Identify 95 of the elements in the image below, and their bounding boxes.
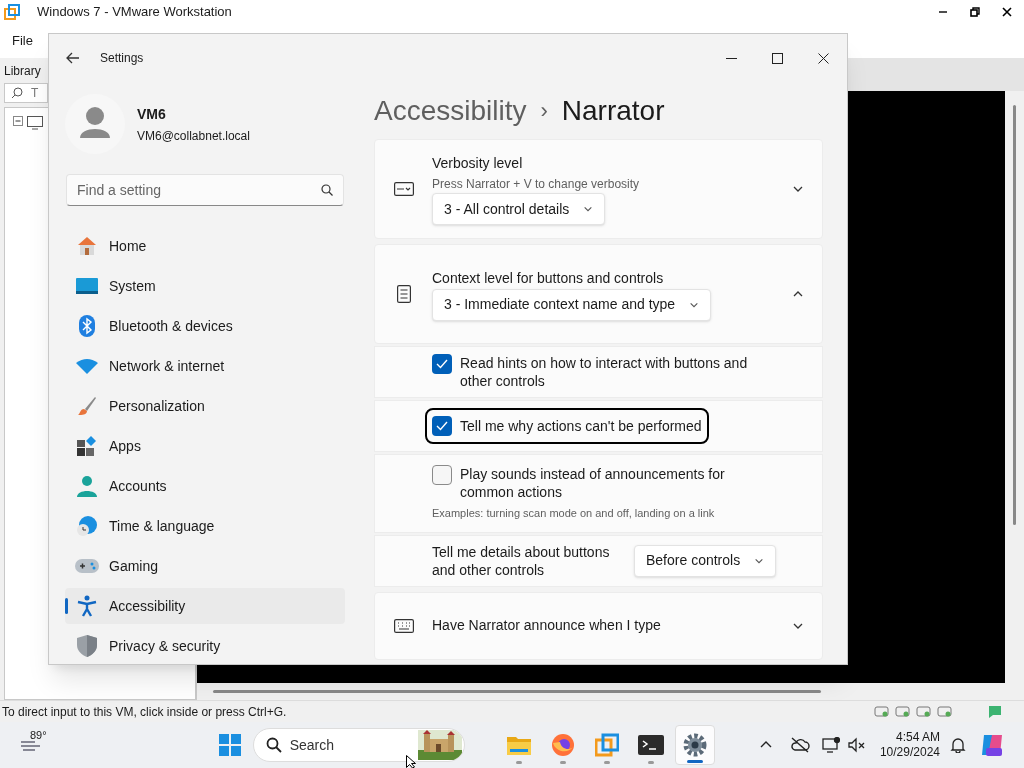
computer-icon [27,116,43,130]
checkbox-label[interactable]: Play sounds instead of announcements for common actions [460,465,760,501]
setting-label: Tell me details about buttons and other controls [432,542,611,579]
search-text: T [31,85,39,102]
vmware-icon [594,733,619,757]
pointer-icon [406,755,417,768]
setting-card[interactable]: Context level for buttons and controls 3 - Immediate context name and type [374,244,823,344]
menu-item[interactable]: File [12,31,33,51]
search-box[interactable]: Search [252,728,465,762]
clock-date[interactable]: 10/29/2024 [879,745,940,760]
clock-time[interactable]: 4:54 AM [895,730,940,745]
device-icon[interactable] [874,705,889,718]
nav-item[interactable]: Privacy & security [65,628,345,664]
nav-item[interactable]: Accessibility [65,588,345,624]
setting-title: Have Narrator announce when I type [432,616,662,635]
person-icon [77,475,97,497]
verbosity-icon [393,182,414,196]
chevron-down-icon [583,204,594,214]
checkbox[interactable] [432,465,452,485]
keyboard-icon [393,618,414,633]
wind-icon [20,738,42,752]
accessibility-icon [77,595,97,617]
dropdown[interactable]: Before controls [634,544,777,577]
search-icon [321,184,333,196]
restore-icon[interactable] [970,7,980,17]
gamepad-icon [75,558,99,574]
colorful-app-icon[interactable] [980,733,1004,757]
speaker-muted-icon[interactable] [847,737,866,753]
breadcrumb-separator: › [540,97,548,125]
close-icon[interactable] [1002,7,1012,17]
wifi-icon [76,358,98,374]
collapse-icon[interactable] [13,116,23,126]
maximize-icon[interactable] [772,52,783,64]
terminal-icon [637,735,664,755]
nav-item[interactable]: Gaming [65,548,345,584]
device-icon[interactable] [937,705,952,718]
cloud-off-icon[interactable] [789,737,810,753]
check-icon [436,359,448,369]
nav-item[interactable]: Network & internet [65,348,345,384]
scrollbar[interactable] [213,690,821,693]
status-text: To direct input to this VM, click inside or press Ctrl+G. [2,703,287,721]
bell-icon[interactable] [950,737,966,753]
user-email: VM6@collabnet.local [137,127,250,145]
folder-icon [506,735,531,755]
search-placeholder: Find a setting [77,180,163,200]
dropdown[interactable]: 3 - Immediate context name and type [432,288,712,321]
setting-title: Verbosity level [432,154,524,173]
start-icon[interactable] [218,734,241,756]
setting-card[interactable]: Have Narrator announce when I type [374,591,823,660]
panel-title: Library [4,63,42,80]
search-field[interactable]: T [4,83,48,103]
globe-clock-icon [76,515,98,537]
search-icon [265,737,282,753]
user-name: VM6 [137,104,167,124]
monitor-icon [76,278,98,294]
checkbox-label[interactable]: Tell me why actions can't be performed [460,417,702,435]
home-icon [76,235,98,257]
vmware-icon [4,4,20,20]
checkbox[interactable] [432,416,452,436]
hint-text: Examples: turning scan mode on and off, landing on a link [432,506,716,521]
nav-item[interactable]: Personalization [65,388,345,424]
search-icon [11,87,23,99]
nav-item[interactable]: Bluetooth & devices [65,308,345,344]
nav-item[interactable]: Accounts [65,468,345,504]
bluetooth-icon [79,315,95,337]
check-icon [436,421,448,431]
setting-title: Context level for buttons and controls [432,268,665,288]
setting-card[interactable]: Verbosity level Press Narrator + V to change verbosity 3 - All control details [374,139,823,239]
device-icon[interactable] [916,705,931,718]
page-title: Narrator [561,93,665,128]
device-icon[interactable] [895,705,910,718]
monitor-icon[interactable] [821,737,840,753]
setting-description: Press Narrator + V to change verbosity [432,176,641,193]
apps-icon [77,436,97,456]
taskbar-button[interactable] [674,725,715,765]
brush-icon [77,396,97,416]
back-arrow-icon[interactable] [66,52,80,64]
temperature[interactable]: 89° [30,726,47,744]
nav-item[interactable]: System [65,268,345,304]
document-icon [396,285,411,303]
nav-item[interactable]: Time & language [65,508,345,544]
breadcrumb-link[interactable]: Accessibility [374,89,527,132]
search-field[interactable]: Find a setting [66,174,344,206]
window-title: Windows 7 - VMware Workstation [37,3,232,22]
close-icon[interactable] [818,52,829,64]
shield-icon [77,635,97,657]
checkbox[interactable] [432,354,452,374]
nav-item[interactable]: Apps [65,428,345,464]
fox-globe-icon [550,733,575,757]
settings-icon [682,733,707,757]
window-title: Settings [100,50,144,67]
scrollbar[interactable] [1013,105,1016,525]
nav-item[interactable]: Home [65,228,345,264]
dropdown[interactable]: 3 - All control details [432,193,606,225]
search-placeholder: Search [289,735,334,755]
